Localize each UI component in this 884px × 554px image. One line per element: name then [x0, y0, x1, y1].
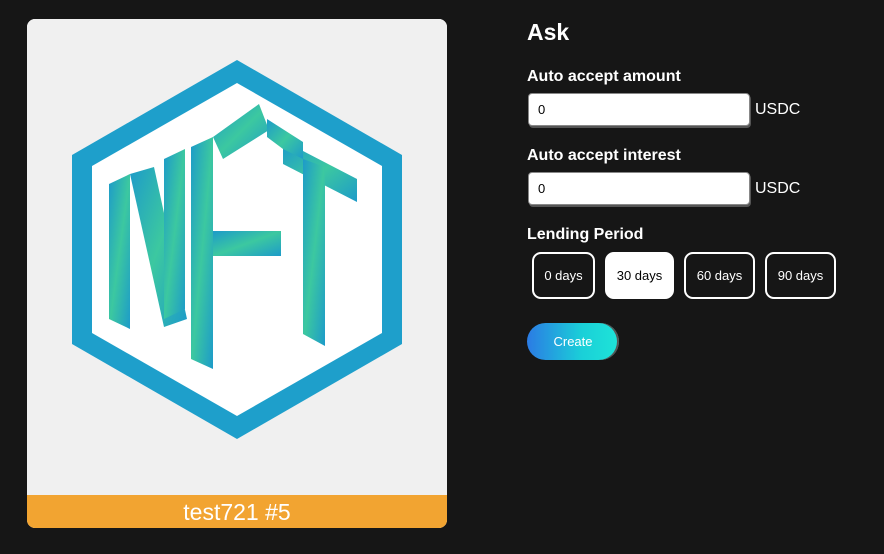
auto-accept-interest-input[interactable]: [528, 172, 750, 205]
auto-accept-interest-label: Auto accept interest: [527, 147, 681, 164]
nft-title: test721 #5: [27, 495, 447, 528]
nft-logo-image: [27, 19, 447, 495]
interest-unit-label: USDC: [755, 179, 801, 197]
period-option-0-days[interactable]: 0 days: [532, 252, 595, 299]
auto-accept-amount-row: USDC: [527, 93, 800, 126]
auto-accept-amount-input[interactable]: [528, 93, 750, 126]
period-option-90-days[interactable]: 90 days: [765, 252, 836, 299]
amount-unit-label: USDC: [755, 100, 801, 118]
auto-accept-interest-row: USDC: [527, 172, 800, 205]
ask-panel: Ask Auto accept amount USDC Auto accept …: [527, 18, 867, 360]
page: test721 #5 Ask Auto accept amount USDC A…: [0, 0, 884, 554]
lending-period-label: Lending Period: [527, 226, 644, 243]
auto-accept-amount-label: Auto accept amount: [527, 68, 681, 85]
nft-card: test721 #5: [27, 19, 447, 528]
create-button[interactable]: Create: [527, 323, 619, 360]
period-option-30-days[interactable]: 30 days: [605, 252, 674, 299]
period-option-60-days[interactable]: 60 days: [684, 252, 755, 299]
lending-period-options: 0 days 30 days 60 days 90 days: [532, 252, 846, 299]
ask-title: Ask: [527, 19, 570, 45]
